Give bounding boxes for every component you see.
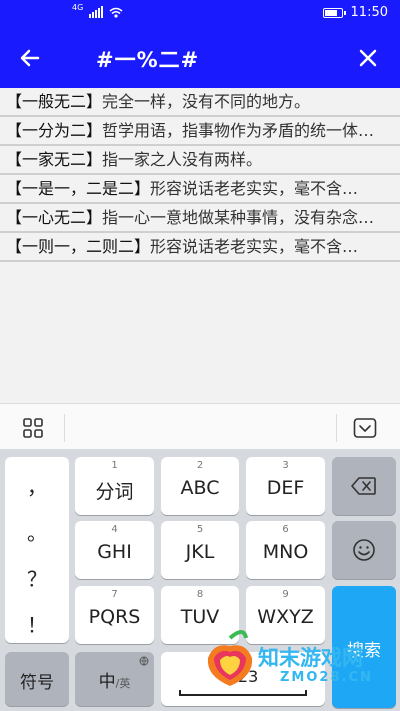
- keyboard-toolbar: [0, 403, 400, 449]
- key-4[interactable]: 4 GHI: [75, 521, 154, 579]
- search-button[interactable]: 搜索: [332, 586, 396, 708]
- backspace-icon: [351, 477, 376, 495]
- emoji-button[interactable]: [332, 521, 396, 579]
- globe-icon: [139, 656, 149, 666]
- network-type: 4G: [72, 3, 84, 12]
- symbols-button[interactable]: 符号: [5, 652, 69, 706]
- key-1[interactable]: 1 分词: [75, 457, 154, 515]
- list-item[interactable]: 【一分为二】哲学用语，指事物作为矛盾的统一体…: [0, 117, 400, 146]
- keyboard: ， 。 ？ ！ 1 分词 2 ABC 3 DEF 4 GHI 5 JKL 6 M…: [0, 449, 400, 711]
- status-time: 11:50: [350, 5, 388, 20]
- key-7[interactable]: 7 PQRS: [75, 586, 154, 644]
- list-item[interactable]: 【一家无二】指一家之人没有两样。: [0, 146, 400, 175]
- toolbar-divider: [64, 414, 65, 442]
- emoji-icon: [353, 539, 375, 561]
- language-toggle-button[interactable]: 中/英: [75, 652, 154, 706]
- key-5[interactable]: 5 JKL: [161, 521, 239, 579]
- list-item[interactable]: 【一般无二】完全一样，没有不同的地方。: [0, 88, 400, 117]
- list-item[interactable]: 【一是一，二是二】形容说话老老实实，毫不含…: [0, 175, 400, 204]
- signal-icon: [89, 6, 104, 18]
- key-9[interactable]: 9 WXYZ: [246, 586, 325, 644]
- key-8[interactable]: 8 TUV: [161, 586, 239, 644]
- punct-exclaim[interactable]: ！: [5, 609, 69, 638]
- keyboard-hide-icon[interactable]: [353, 417, 377, 439]
- results-list: 【一般无二】完全一样，没有不同的地方。 【一分为二】哲学用语，指事物作为矛盾的统…: [0, 88, 400, 262]
- wifi-icon: [109, 7, 123, 18]
- toolbar-divider: [336, 414, 337, 442]
- punctuation-column[interactable]: ， 。 ？ ！: [5, 457, 69, 643]
- page-title: #一%二#: [96, 48, 200, 72]
- punct-period[interactable]: 。: [5, 517, 69, 546]
- back-arrow-icon[interactable]: [14, 42, 46, 74]
- grid-icon[interactable]: [22, 417, 44, 439]
- status-bar: 4G 11:50: [0, 0, 400, 28]
- key-2[interactable]: 2 ABC: [161, 457, 239, 515]
- space-bar-icon: [179, 690, 307, 696]
- battery-icon: [322, 7, 346, 18]
- punct-comma[interactable]: ，: [5, 471, 69, 500]
- key-3[interactable]: 3 DEF: [246, 457, 325, 515]
- list-item[interactable]: 【一则一，二则二】形容说话老老实实，毫不含…: [0, 233, 400, 262]
- close-icon[interactable]: [352, 42, 384, 74]
- key-6[interactable]: 6 MNO: [246, 521, 325, 579]
- space-key[interactable]: 123: [161, 652, 325, 706]
- title-bar: #一%二#: [0, 28, 400, 88]
- backspace-button[interactable]: [332, 457, 396, 515]
- punct-question[interactable]: ？: [5, 563, 69, 592]
- list-item[interactable]: 【一心无二】指一心一意地做某种事情，没有杂念…: [0, 204, 400, 233]
